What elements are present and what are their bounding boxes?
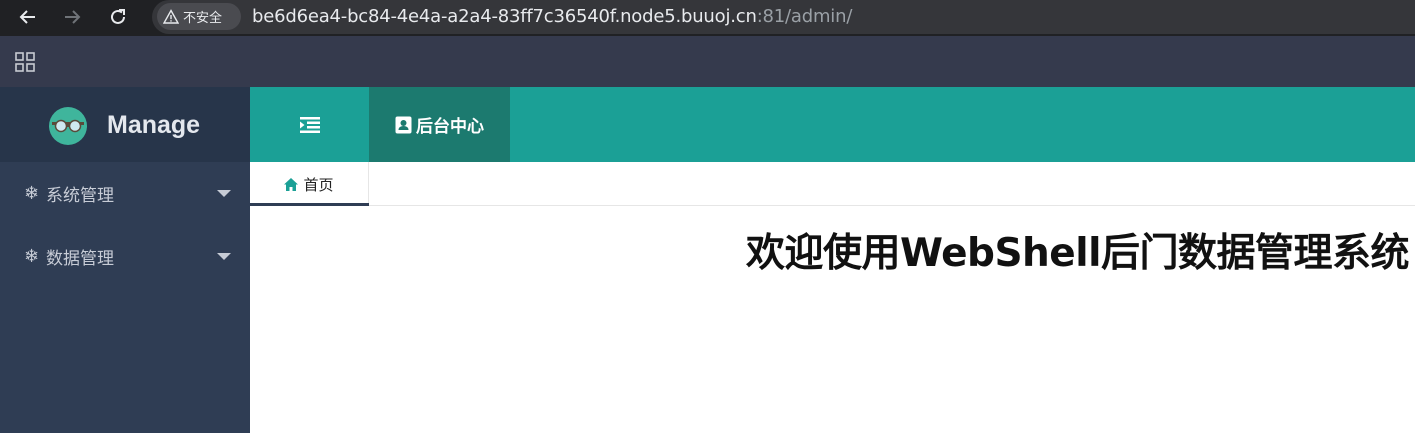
caret-down-icon	[217, 252, 231, 260]
bookmarks-bar	[0, 36, 1415, 87]
sidebar-toggle-button[interactable]	[250, 87, 369, 162]
url-text[interactable]: be6d6ea4-bc84-4e4a-a2a4-83ff7c36540f.nod…	[252, 6, 852, 27]
url-host: be6d6ea4-bc84-4e4a-a2a4-83ff7c36540f.nod…	[252, 6, 757, 27]
welcome-heading: 欢迎使用WebShell后门数据管理系统	[745, 231, 1410, 276]
security-label: 不安全	[183, 11, 223, 26]
snowflake-icon: ❄	[24, 182, 40, 204]
sidebar-item-system-management[interactable]: ❄ 系统管理	[0, 162, 250, 224]
url-path: :81/admin/	[756, 6, 853, 27]
security-chip[interactable]: 不安全	[157, 3, 241, 30]
address-card-icon	[395, 116, 412, 133]
warning-icon	[163, 8, 179, 24]
header-tab-admin-center[interactable]: 后台中心	[369, 87, 510, 162]
forward-arrow-icon[interactable]	[58, 4, 86, 30]
header-tab-label: 后台中心	[416, 117, 484, 137]
home-icon	[284, 177, 299, 191]
indent-icon	[299, 116, 320, 133]
sidebar-item-label: 数据管理	[46, 248, 114, 269]
logo-icon	[49, 107, 87, 145]
tab-home[interactable]: 首页	[250, 162, 369, 206]
sidebar-item-label: 系统管理	[46, 185, 114, 206]
tabs-bar	[250, 162, 1415, 206]
caret-down-icon	[217, 189, 231, 197]
sidebar-item-data-management[interactable]: ❄ 数据管理	[0, 225, 250, 287]
reload-icon[interactable]	[104, 4, 132, 30]
tab-home-label: 首页	[303, 175, 334, 194]
back-arrow-icon[interactable]	[14, 4, 42, 30]
brand-name: Manage	[107, 111, 201, 139]
snowflake-icon: ❄	[24, 245, 40, 267]
apps-grid-icon[interactable]	[15, 52, 35, 72]
